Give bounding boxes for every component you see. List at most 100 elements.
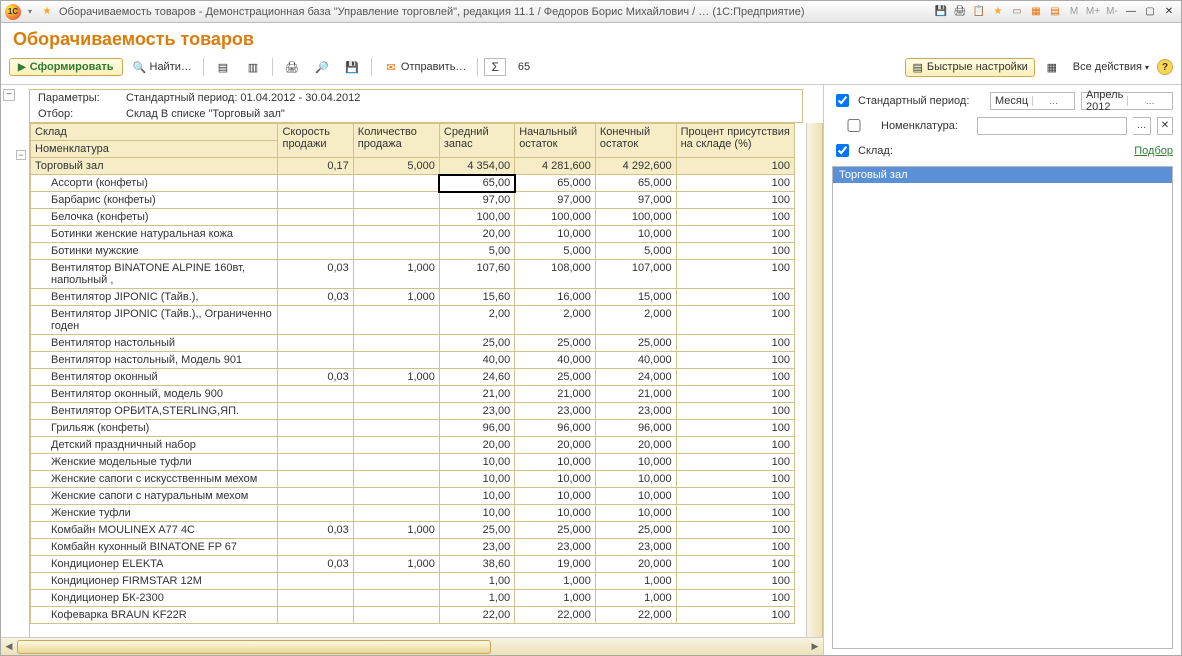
table-cell[interactable]: Вентилятор настольный, Модель 901 (31, 352, 278, 369)
table-cell[interactable]: 21,000 (515, 386, 596, 403)
table-cell[interactable]: 10,000 (515, 471, 596, 488)
table-cell[interactable]: 97,000 (595, 192, 676, 209)
table-cell[interactable]: 0,03 (278, 260, 353, 289)
table-cell[interactable]: 40,00 (439, 352, 514, 369)
table-cell[interactable]: 4 292,600 (595, 158, 676, 175)
table-cell[interactable]: 100 (676, 505, 794, 522)
table-cell[interactable]: 20,000 (515, 437, 596, 454)
table-cell[interactable] (278, 539, 353, 556)
table-cell[interactable]: 100 (676, 192, 794, 209)
table-cell[interactable]: 0,03 (278, 289, 353, 306)
table-cell[interactable]: 10,000 (515, 505, 596, 522)
table-row[interactable]: Женские туфли10,0010,00010,000100 (31, 505, 795, 522)
quick-settings-button[interactable]: ▤Быстрые настройки (905, 58, 1034, 77)
table-cell[interactable]: 100 (676, 335, 794, 352)
table-cell[interactable] (353, 488, 439, 505)
table-cell[interactable]: 100 (676, 369, 794, 386)
table-row[interactable]: Вентилятор ОРБИТА,STERLING,ЯП.23,0023,00… (31, 403, 795, 420)
table-cell[interactable]: 10,00 (439, 471, 514, 488)
table-cell[interactable]: 1,000 (515, 573, 596, 590)
table-cell[interactable]: 1,000 (595, 590, 676, 607)
table-cell[interactable]: 97,000 (515, 192, 596, 209)
table-cell[interactable]: 100 (676, 573, 794, 590)
std-period-checkbox[interactable] (836, 94, 849, 107)
form-report-button[interactable]: ▶Сформировать (9, 58, 123, 76)
clipboard-icon[interactable]: 📋 (971, 4, 987, 20)
send-button[interactable]: ✉Отправить… (378, 56, 472, 78)
table-cell[interactable]: 38,60 (439, 556, 514, 573)
table-cell[interactable]: 1,00 (439, 573, 514, 590)
save-disk-icon[interactable]: 💾 (933, 4, 949, 20)
table-cell[interactable] (278, 386, 353, 403)
table-cell[interactable] (278, 573, 353, 590)
app-menu-dropdown-icon[interactable]: ▾ (25, 7, 35, 17)
table-cell[interactable]: Кондиционер БК-2300 (31, 590, 278, 607)
table-cell[interactable]: 22,00 (439, 607, 514, 624)
table-cell[interactable]: 20,000 (595, 437, 676, 454)
table-cell[interactable] (353, 539, 439, 556)
table-cell[interactable]: 4 354,00 (439, 158, 514, 175)
calendar-icon[interactable]: ▤ (1047, 4, 1063, 20)
table-cell[interactable]: 97,00 (439, 192, 514, 209)
table-cell[interactable]: 40,000 (515, 352, 596, 369)
table-cell[interactable]: 96,00 (439, 420, 514, 437)
table-row[interactable]: Кондиционер ELEKTA0,031,00038,6019,00020… (31, 556, 795, 573)
table-cell[interactable]: 20,00 (439, 226, 514, 243)
table-row[interactable]: Вентилятор BINATONE ALPINE 160вт, наполь… (31, 260, 795, 289)
table-cell[interactable]: 100 (676, 209, 794, 226)
table-cell[interactable]: 100,000 (515, 209, 596, 226)
table-cell[interactable]: 10,000 (515, 488, 596, 505)
table-cell[interactable]: 100 (676, 243, 794, 260)
nomenclature-input[interactable] (977, 117, 1127, 135)
table-cell[interactable] (353, 573, 439, 590)
table-cell[interactable]: Кондиционер ELEKTA (31, 556, 278, 573)
table-cell[interactable]: Вентилятор ОРБИТА,STERLING,ЯП. (31, 403, 278, 420)
star-favorite-icon[interactable]: ★ (990, 4, 1006, 20)
preview-button[interactable]: 🔎 (309, 56, 335, 78)
table-row[interactable]: Комбайн кухонный BINATONE FP 6723,0023,0… (31, 539, 795, 556)
table-cell[interactable]: 100 (676, 522, 794, 539)
book-icon[interactable]: ▭ (1009, 4, 1025, 20)
table-cell[interactable] (278, 437, 353, 454)
vertical-scrollbar[interactable] (806, 123, 822, 637)
warehouse-list[interactable]: Торговый зал (832, 166, 1173, 649)
table-cell[interactable]: 1,000 (353, 522, 439, 539)
table-cell[interactable]: 100 (676, 420, 794, 437)
table-cell[interactable]: 2,00 (439, 306, 514, 335)
table-cell[interactable]: Женские модельные туфли (31, 454, 278, 471)
table-cell[interactable]: 22,000 (515, 607, 596, 624)
table-row[interactable]: Вентилятор оконный0,031,00024,6025,00024… (31, 369, 795, 386)
table-cell[interactable] (353, 420, 439, 437)
favorite-star-icon[interactable]: ★ (39, 4, 55, 20)
table-cell[interactable]: 25,000 (515, 522, 596, 539)
table-cell[interactable] (353, 386, 439, 403)
help-button[interactable]: ? (1157, 59, 1173, 75)
find-button[interactable]: 🔍Найти… (127, 56, 197, 78)
table-cell[interactable]: 1,000 (595, 573, 676, 590)
table-row[interactable]: Ассорти (конфеты)65,0065,00065,000100 (31, 175, 795, 192)
table-cell[interactable]: 1,000 (353, 260, 439, 289)
table-row[interactable]: Женские сапоги с натуральным мехом10,001… (31, 488, 795, 505)
nomenclature-ellipsis-button[interactable]: … (1133, 117, 1151, 135)
table-cell[interactable]: 100 (676, 471, 794, 488)
table-cell[interactable]: Женские туфли (31, 505, 278, 522)
table-cell[interactable]: 0,03 (278, 556, 353, 573)
col-qty[interactable]: Количество продажа (353, 124, 439, 158)
table-cell[interactable] (278, 306, 353, 335)
table-cell[interactable] (353, 607, 439, 624)
col-end-balance[interactable]: Конечный остаток (595, 124, 676, 158)
table-cell[interactable]: Ботинки мужские (31, 243, 278, 260)
col-speed[interactable]: Скорость продажи (278, 124, 353, 158)
table-cell[interactable]: 100 (676, 437, 794, 454)
print-button[interactable]: 🖨 (279, 56, 305, 78)
table-cell[interactable]: 25,000 (515, 369, 596, 386)
table-cell[interactable] (353, 352, 439, 369)
maximize-button[interactable]: ▢ (1142, 4, 1158, 20)
table-cell[interactable]: Вентилятор JIPONIC (Тайв.),, Ограниченно… (31, 306, 278, 335)
m-label[interactable]: M (1066, 4, 1082, 20)
table-cell[interactable]: Белочка (конфеты) (31, 209, 278, 226)
table-cell[interactable]: 0,03 (278, 369, 353, 386)
table-cell[interactable] (353, 209, 439, 226)
table-cell[interactable]: 1,00 (439, 590, 514, 607)
table-cell[interactable]: Женские сапоги с искусственным мехом (31, 471, 278, 488)
